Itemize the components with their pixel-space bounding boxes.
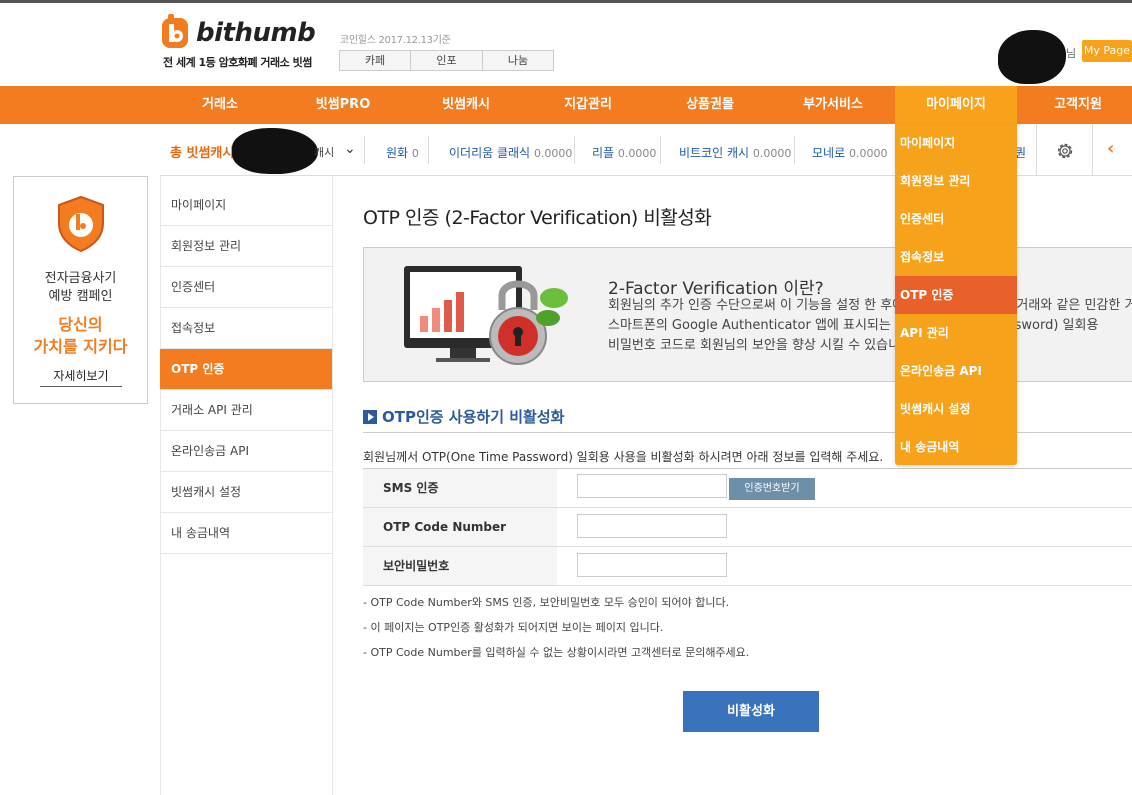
form-row-sms: SMS 인증 인증번호받기	[363, 469, 1132, 508]
divider	[660, 136, 661, 164]
info-text: 회원님의 추가 인증 수단으로써 이 기능을 설정 한 후에는 출금 등의 중요…	[608, 298, 1132, 353]
otp-code-input[interactable]	[577, 514, 727, 538]
main-nav: 거래소 빗썸PRO 빗썸캐시 지갑관리 상품권몰 부가서비스 마이페이지 고객지…	[0, 86, 1132, 124]
page-title: OTP 인증 (2-Factor Verification) 비활성화	[363, 207, 712, 229]
sidemenu-item-exchange-api[interactable]: 거래소 API 관리	[160, 390, 332, 431]
security-password-input[interactable]	[577, 553, 727, 577]
form-row-otp: OTP Code Number	[363, 508, 1132, 547]
balance-xmr[interactable]: 모네로 0.0000	[812, 144, 887, 161]
nav-mypage[interactable]: 마이페이지	[895, 86, 1017, 124]
note-item: - 이 페이지는 OTP인증 활성화가 되어지면 보이는 페이지 입니다.	[363, 621, 664, 634]
banner-more-link[interactable]: 자세히보기	[40, 367, 122, 387]
balance-etc[interactable]: 이더리움 클래식 0.0000	[449, 144, 572, 161]
deactivate-button[interactable]: 비활성화	[683, 691, 819, 732]
gear-icon[interactable]	[1055, 141, 1075, 161]
dropdown-item-access-info[interactable]: 접속정보	[895, 238, 1017, 276]
settings-box	[1036, 124, 1092, 176]
coinhills-note: 코인힐스 2017.12.13기준	[340, 35, 451, 46]
share-button[interactable]: 나눔	[482, 50, 554, 71]
shield-icon	[58, 195, 104, 253]
request-code-button[interactable]: 인증번호받기	[729, 478, 815, 500]
sidemenu-item-auth-center[interactable]: 인증센터	[160, 267, 332, 308]
chevron-left-icon[interactable]: ‹	[1107, 138, 1114, 159]
nav-services[interactable]: 부가서비스	[778, 86, 888, 124]
redacted-total	[232, 128, 318, 174]
redacted-username	[998, 30, 1066, 84]
mypage-dropdown: 마이페이지 회원정보 관리 인증센터 접속정보 OTP 인증 API 관리 온라…	[895, 124, 1017, 465]
balance-krw[interactable]: 원화 0	[386, 144, 419, 161]
tagline: 전 세계 1등 암호화폐 거래소 빗썸	[163, 56, 312, 69]
note-item: - OTP Code Number와 SMS 인증, 보안비밀번호 모두 승인이…	[363, 596, 730, 609]
sidemenu-item-member-info[interactable]: 회원정보 관리	[160, 226, 332, 267]
dropdown-item-otp[interactable]: OTP 인증	[895, 276, 1017, 314]
nav-wallet[interactable]: 지갑관리	[533, 86, 643, 124]
section-heading: OTP인증 사용하기 비활성화	[363, 406, 564, 427]
security-password-label: 보안비밀번호	[363, 547, 557, 585]
top-border	[0, 0, 1132, 3]
total-cash-unit: 캐시	[314, 146, 335, 159]
total-cash-label: 총 빗썸캐시	[170, 146, 235, 161]
dropdown-item-member-info[interactable]: 회원정보 관리	[895, 162, 1017, 200]
banner-line-4: 가치를 지키다	[33, 337, 128, 356]
otp-disable-form: SMS 인증 인증번호받기 OTP Code Number 보안비밀번호	[363, 468, 1132, 586]
note-item: - OTP Code Number를 입력하실 수 없는 상황이시라면 고객센터…	[363, 646, 750, 659]
sms-code-input[interactable]	[577, 474, 727, 498]
bithumb-logo[interactable]: bithumb	[160, 14, 320, 50]
chevron-down-icon[interactable]: ⌄	[344, 141, 356, 157]
divider	[364, 136, 365, 164]
info-button[interactable]: 인포	[410, 50, 483, 71]
balance-bch[interactable]: 비트코인 캐시 0.0000	[679, 144, 791, 161]
mypage-button[interactable]: My Page	[1082, 40, 1132, 62]
sms-label: SMS 인증	[363, 469, 557, 507]
banner-line-2: 예방 캠페인	[48, 289, 113, 304]
nav-bithumb-pro[interactable]: 빗썸PRO	[288, 86, 398, 124]
play-square-icon	[363, 409, 377, 424]
sidemenu-item-mypage[interactable]: 마이페이지	[160, 185, 332, 226]
side-menu: 마이페이지 회원정보 관리 인증센터 접속정보 OTP 인증 거래소 API 관…	[160, 185, 332, 554]
bithumb-logo-icon	[162, 14, 188, 48]
section-title: OTP인증 사용하기 비활성화	[382, 408, 565, 426]
otp-code-label: OTP Code Number	[363, 508, 557, 546]
logo-text: bithumb	[196, 18, 316, 48]
dropdown-item-remit-history[interactable]: 내 송금내역	[895, 428, 1017, 466]
banner-line-1: 전자금융사기	[44, 271, 117, 286]
divider	[332, 176, 333, 795]
divider	[794, 136, 795, 164]
dropdown-item-auth-center[interactable]: 인증센터	[895, 200, 1017, 238]
fraud-campaign-banner[interactable]: 전자금융사기 예방 캠페인 당신의 가치를 지키다 자세히보기	[13, 176, 148, 404]
nav-exchange[interactable]: 거래소	[165, 86, 275, 124]
form-row-password: 보안비밀번호	[363, 547, 1132, 586]
sidemenu-item-cash-settings[interactable]: 빗썸캐시 설정	[160, 472, 332, 513]
dropdown-item-cash-settings[interactable]: 빗썸캐시 설정	[895, 390, 1017, 428]
notes: - OTP Code Number와 SMS 인증, 보안비밀번호 모두 승인이…	[363, 590, 749, 665]
collapse-box: ‹	[1092, 124, 1132, 176]
divider	[574, 136, 575, 164]
nav-support[interactable]: 고객지원	[1023, 86, 1132, 124]
dropdown-item-remit-api[interactable]: 온라인송금 API	[895, 352, 1017, 390]
monitor-lock-icon	[404, 266, 568, 365]
nav-giftcard-mall[interactable]: 상품권몰	[655, 86, 765, 124]
divider	[428, 136, 429, 164]
user-suffix: 님	[1066, 47, 1077, 60]
header-buttons: 카페 인포 나눔	[339, 50, 554, 71]
sidemenu-item-remit-api[interactable]: 온라인송금 API	[160, 431, 332, 472]
banner-line-3: 당신의	[58, 315, 103, 334]
sidemenu-item-remit-history[interactable]: 내 송금내역	[160, 513, 332, 554]
balance-xrp[interactable]: 리플 0.0000	[592, 144, 656, 161]
nav-bithumb-cash[interactable]: 빗썸캐시	[411, 86, 521, 124]
dropdown-item-api[interactable]: API 관리	[895, 314, 1017, 352]
sidemenu-item-otp[interactable]: OTP 인증	[160, 349, 332, 390]
sidemenu-item-access-info[interactable]: 접속정보	[160, 308, 332, 349]
section-description: 회원님께서 OTP(One Time Password) 일회용 사용을 비활성…	[363, 450, 884, 464]
cafe-button[interactable]: 카페	[339, 50, 411, 71]
dropdown-item-mypage[interactable]: 마이페이지	[895, 124, 1017, 162]
